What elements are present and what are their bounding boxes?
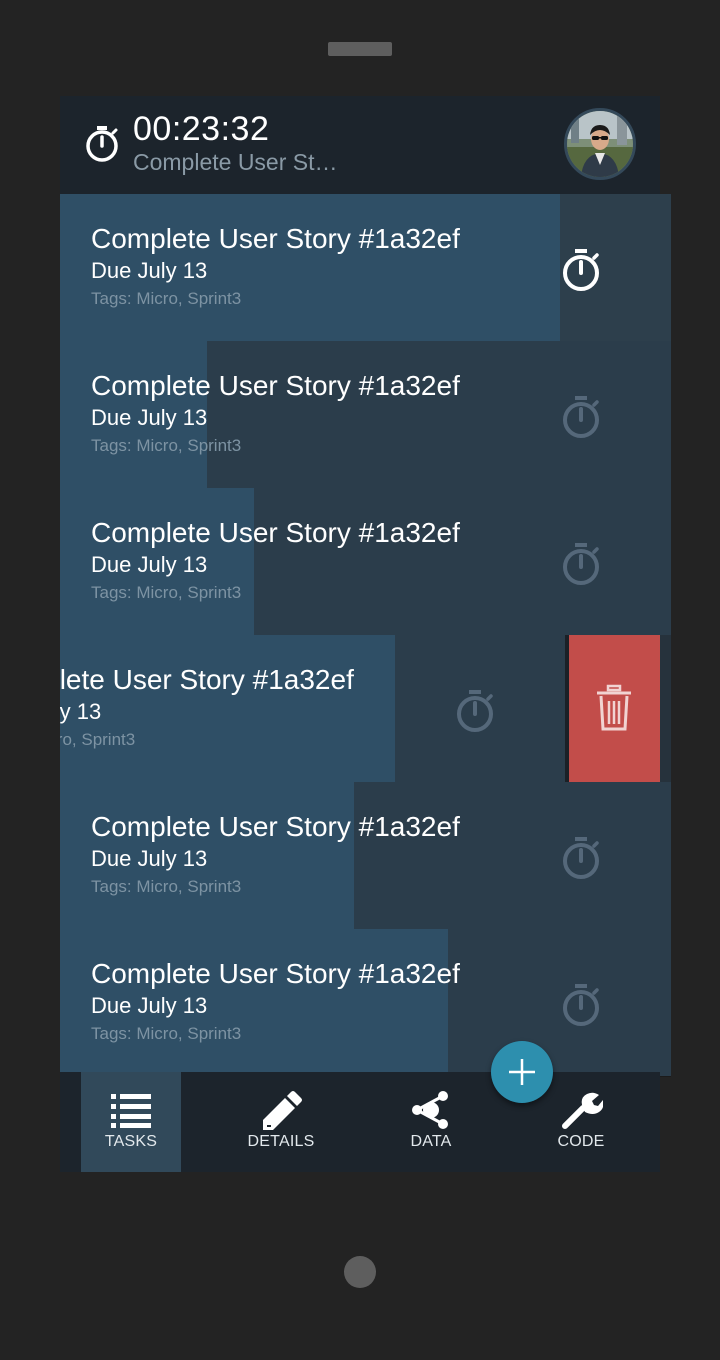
task-title: Complete User Story #1a32ef	[91, 370, 460, 401]
active-timer-header[interactable]: 00:23:32 Complete User St…	[60, 96, 660, 194]
delete-button[interactable]	[569, 635, 660, 782]
task-title: Complete User Story #1a32ef	[91, 958, 460, 989]
pencil-icon	[263, 1091, 302, 1130]
task-content: Complete User Story #1a32ef Due July 13 …	[91, 222, 551, 312]
task-content: Complete User Story #1a32ef Due July 13 …	[60, 663, 445, 753]
nav-tab-tasks[interactable]: TASKS	[81, 1072, 181, 1172]
swiped-task-content[interactable]: Complete User Story #1a32ef Due July 13 …	[60, 635, 565, 782]
task-title: Complete User Story #1a32ef	[91, 811, 460, 842]
add-task-button[interactable]	[491, 1041, 553, 1103]
task-due-date: Due July 13	[91, 258, 208, 283]
nav-tab-data[interactable]: DATA	[381, 1072, 481, 1172]
plus-icon	[509, 1059, 535, 1085]
list-icon	[111, 1094, 151, 1128]
nav-tab-details[interactable]: DETAILS	[231, 1072, 331, 1172]
stopwatch-icon	[86, 126, 118, 162]
task-row-swiped[interactable]: Complete User Story #1a32ef Due July 13 …	[60, 635, 671, 782]
task-tags: Tags: Micro, Sprint3	[91, 1024, 242, 1043]
share-nodes-icon	[412, 1091, 448, 1129]
task-content: Complete User Story #1a32ef Due July 13 …	[91, 957, 551, 1047]
bottom-nav: TASKS DETAILS DATA CODE	[60, 1072, 660, 1172]
wrench-icon	[562, 1092, 603, 1129]
task-row[interactable]: Complete User Story #1a32ef Due July 13 …	[60, 341, 671, 488]
avatar-photo	[567, 111, 633, 177]
current-task-name: Complete User St…	[133, 149, 338, 175]
stopwatch-icon[interactable]	[558, 541, 604, 587]
task-title: Complete User Story #1a32ef	[91, 223, 460, 254]
nav-label: TASKS	[104, 1133, 158, 1150]
trash-icon	[597, 684, 631, 731]
task-tags: Tags: Micro, Sprint3	[91, 877, 242, 896]
phone-speaker	[328, 42, 392, 56]
task-title: Complete User Story #1a32ef	[60, 664, 354, 695]
elapsed-time: 00:23:32	[133, 110, 270, 148]
stopwatch-icon[interactable]	[558, 835, 604, 881]
home-button[interactable]	[344, 1256, 376, 1288]
app-screen: 00:23:32 Complete User St… Complete User…	[60, 96, 671, 1172]
task-content: Complete User Story #1a32ef Due July 13 …	[91, 810, 551, 900]
task-content: Complete User Story #1a32ef Due July 13 …	[91, 516, 551, 606]
user-avatar[interactable]	[564, 108, 636, 180]
task-row[interactable]: Complete User Story #1a32ef Due July 13 …	[60, 194, 671, 341]
task-title: Complete User Story #1a32ef	[91, 517, 460, 548]
task-tags: Tags: Micro, Sprint3	[91, 289, 242, 308]
task-tags: Tags: Micro, Sprint3	[60, 730, 136, 749]
task-due-date: Due July 13	[91, 552, 208, 577]
task-list: Complete User Story #1a32ef Due July 13 …	[60, 194, 671, 1076]
task-due-date: Due July 13	[91, 405, 208, 430]
nav-label: CODE	[557, 1133, 605, 1150]
task-tags: Tags: Micro, Sprint3	[91, 436, 242, 455]
task-row[interactable]: Complete User Story #1a32ef Due July 13 …	[60, 782, 671, 929]
task-row[interactable]: Complete User Story #1a32ef Due July 13 …	[60, 929, 671, 1076]
stopwatch-icon[interactable]	[452, 688, 498, 734]
stopwatch-icon[interactable]	[558, 982, 604, 1028]
task-due-date: Due July 13	[60, 699, 102, 724]
task-tags: Tags: Micro, Sprint3	[91, 583, 242, 602]
nav-label: DETAILS	[247, 1133, 315, 1150]
task-due-date: Due July 13	[91, 846, 208, 871]
stopwatch-icon[interactable]	[558, 247, 604, 293]
task-content: Complete User Story #1a32ef Due July 13 …	[91, 369, 551, 459]
nav-label: DATA	[410, 1133, 452, 1150]
stopwatch-icon[interactable]	[558, 394, 604, 440]
task-due-date: Due July 13	[91, 993, 208, 1018]
task-row[interactable]: Complete User Story #1a32ef Due July 13 …	[60, 488, 671, 635]
phone-frame: 00:23:32 Complete User St… Complete User…	[0, 0, 720, 1360]
